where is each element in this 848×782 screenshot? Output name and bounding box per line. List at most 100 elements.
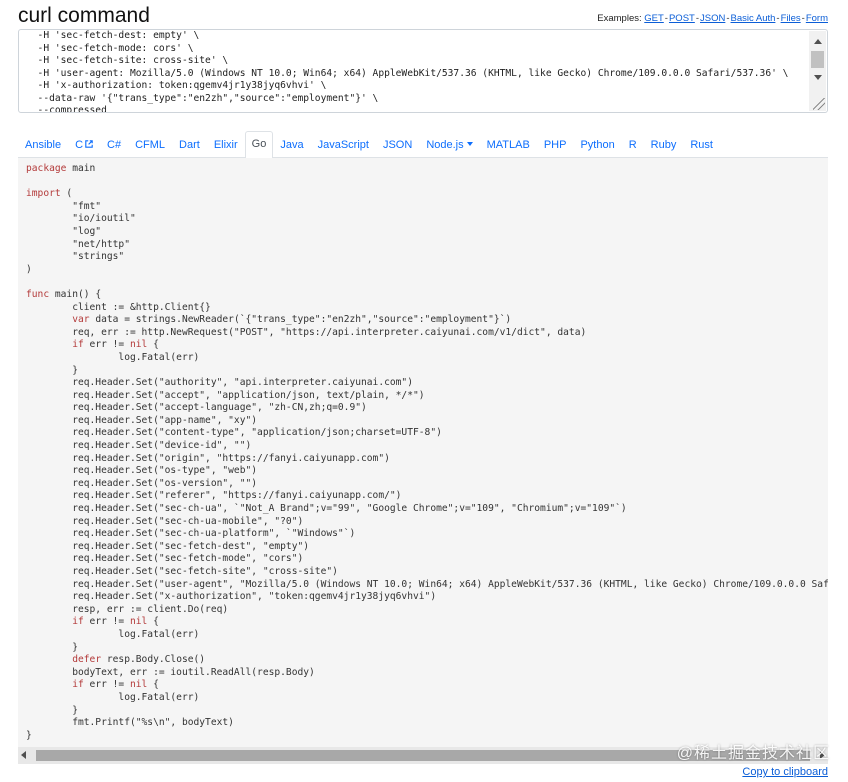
code-line: req.Header.Set("device-id", "") (26, 440, 252, 452)
code-line: req.Header.Set("accept", "application/js… (26, 389, 425, 401)
tab-label: C# (107, 139, 122, 151)
tab-label: JavaScript (317, 139, 369, 151)
code-line: } (26, 364, 78, 376)
examples-label: Examples: (597, 13, 642, 24)
tab-matlab[interactable]: MATLAB (480, 132, 537, 157)
tab-label: Dart (179, 139, 200, 151)
tab-label: PHP (543, 139, 567, 151)
code-line: req, err := http.NewRequest("POST", "htt… (26, 326, 587, 338)
tab-label: R (628, 139, 637, 151)
code-line: bodyText, err := ioutil.ReadAll(resp.Bod… (26, 666, 315, 678)
code-line: req.Header.Set("x-authorization", "token… (26, 591, 437, 603)
code-line: req.Header.Set("referer", "https://fanyi… (26, 490, 402, 502)
tab-ruby[interactable]: Ruby (644, 132, 684, 157)
code-line: log.Fatal(err) (26, 691, 200, 703)
code-line: client := &http.Client{} (26, 301, 211, 313)
code-line: if err != nil { (72, 616, 159, 628)
dropdown-caret-icon (466, 142, 473, 147)
tab-python[interactable]: Python (573, 132, 621, 157)
tab-label: Ruby (650, 139, 677, 151)
tab-cfml[interactable]: CFML (128, 132, 172, 157)
code-line: "fmt" (26, 200, 102, 212)
example-form-link[interactable]: Form (806, 13, 828, 24)
tab-go[interactable]: Go (244, 131, 274, 158)
code-line: func main() { (26, 288, 102, 300)
scroll-down-arrow-icon[interactable] (809, 69, 826, 86)
code-line: "io/ioutil" (26, 213, 136, 225)
code-line: "strings" (26, 251, 125, 263)
code-line: req.Header.Set("sec-fetch-site", "cross-… (26, 566, 338, 577)
code-line: log.Fatal(err) (26, 351, 200, 363)
tab-label: Java (280, 139, 304, 151)
copy-to-clipboard-link[interactable]: Copy to clipboard (742, 766, 828, 778)
example-post-link[interactable]: POST (669, 13, 695, 24)
code-line: req.Header.Set("content-type", "applicat… (26, 427, 442, 439)
code-line: "net/http" (26, 238, 130, 250)
example-files-link[interactable]: Files (781, 13, 801, 24)
code-line: "log" (26, 225, 102, 237)
code-line: if err != nil { (72, 339, 159, 351)
tab-label: Elixir (213, 139, 238, 151)
code-line: req.Header.Set("sec-ch-ua-mobile", "?0") (26, 515, 304, 527)
code-line: req.Header.Set("app-name", "xy") (26, 414, 258, 426)
tab-label: MATLAB (486, 139, 530, 151)
generated-code-panel: package main import ( "fmt" "io/ioutil" … (18, 158, 828, 764)
code-line: import ( (26, 188, 73, 200)
code-line: req.Header.Set("authority", "api.interpr… (26, 377, 413, 389)
code-line: req.Header.Set("os-type", "web") (26, 465, 258, 477)
tab-label: Node.js (426, 139, 464, 151)
scroll-up-arrow-icon[interactable] (809, 33, 826, 50)
code-line: if err != nil { (72, 679, 159, 691)
code-line: } (26, 641, 78, 653)
tab-ansible[interactable]: Ansible (18, 132, 68, 157)
language-tabs: Ansible C C# CFML Dart Elixir Go Java JavaScript… (18, 131, 828, 158)
code-line: package main (26, 163, 96, 174)
code-line: } (26, 704, 78, 716)
code-line: req.Header.Set("sec-fetch-mode", "cors") (26, 553, 304, 565)
generated-code: package main import ( "fmt" "io/ioutil" … (26, 163, 828, 742)
tab-label: CFML (135, 139, 166, 151)
curl-command-text[interactable]: -H 'sec-fetch-dest: empty' \ -H 'sec-fet… (26, 30, 803, 112)
tab-php[interactable]: PHP (537, 132, 574, 157)
tab-java[interactable]: Java (273, 132, 310, 157)
code-line: log.Fatal(err) (26, 628, 200, 640)
code-line: req.Header.Set("sec-ch-ua-platform", `"W… (26, 528, 356, 540)
code-line: resp, err := client.Do(req) (26, 603, 229, 615)
code-line: req.Header.Set("sec-ch-ua", `"Not_A Bran… (26, 503, 627, 515)
curl-command-textarea[interactable]: -H 'sec-fetch-dest: empty' \ -H 'sec-fet… (18, 29, 828, 113)
tab-label: C (75, 139, 84, 151)
scrollbar-thumb[interactable] (811, 51, 824, 68)
external-link-icon (85, 140, 93, 148)
scroll-left-arrow-icon[interactable] (21, 751, 26, 759)
tab-label: JSON (382, 139, 413, 151)
code-line: req.Header.Set("os-version", "") (26, 477, 258, 489)
code-line: defer resp.Body.Close() (72, 654, 206, 666)
page-title: curl command (18, 4, 150, 27)
tab-csharp[interactable]: C# (100, 132, 128, 157)
tab-r[interactable]: R (622, 132, 644, 157)
example-basic-auth-link[interactable]: Basic Auth (731, 13, 776, 24)
code-line: req.Header.Set("sec-fetch-dest", "empty"… (26, 540, 310, 552)
tab-c[interactable]: C (68, 132, 100, 157)
tab-node-js[interactable]: Node.js (419, 132, 479, 157)
tab-json[interactable]: JSON (376, 132, 419, 157)
code-line: ) (26, 263, 32, 275)
tab-label: Go (251, 138, 267, 150)
example-json-link[interactable]: JSON (700, 13, 725, 24)
tab-rust[interactable]: Rust (683, 132, 720, 157)
resize-grip-icon[interactable] (813, 98, 825, 110)
code-line: req.Header.Set("accept-language", "zh-CN… (26, 402, 367, 414)
tab-label: Rust (690, 139, 713, 151)
tab-elixir[interactable]: Elixir (207, 132, 245, 157)
code-line: req.Header.Set("origin", "https://fanyi.… (26, 452, 390, 464)
example-get-link[interactable]: GET (644, 13, 664, 24)
tab-label: Python (580, 139, 615, 151)
code-line: } (26, 729, 32, 741)
tab-javascript[interactable]: JavaScript (311, 132, 376, 157)
tab-dart[interactable]: Dart (172, 132, 207, 157)
code-line: req.Header.Set("user-agent", "Mozilla/5.… (26, 578, 828, 590)
tab-label: Ansible (25, 139, 62, 151)
watermark: @稀土掘金技术社区 (676, 745, 830, 762)
examples-links: Examples: GET-POST-JSON-Basic Auth-Files… (597, 13, 828, 24)
code-line: fmt.Printf("%s\n", bodyText) (26, 717, 234, 729)
